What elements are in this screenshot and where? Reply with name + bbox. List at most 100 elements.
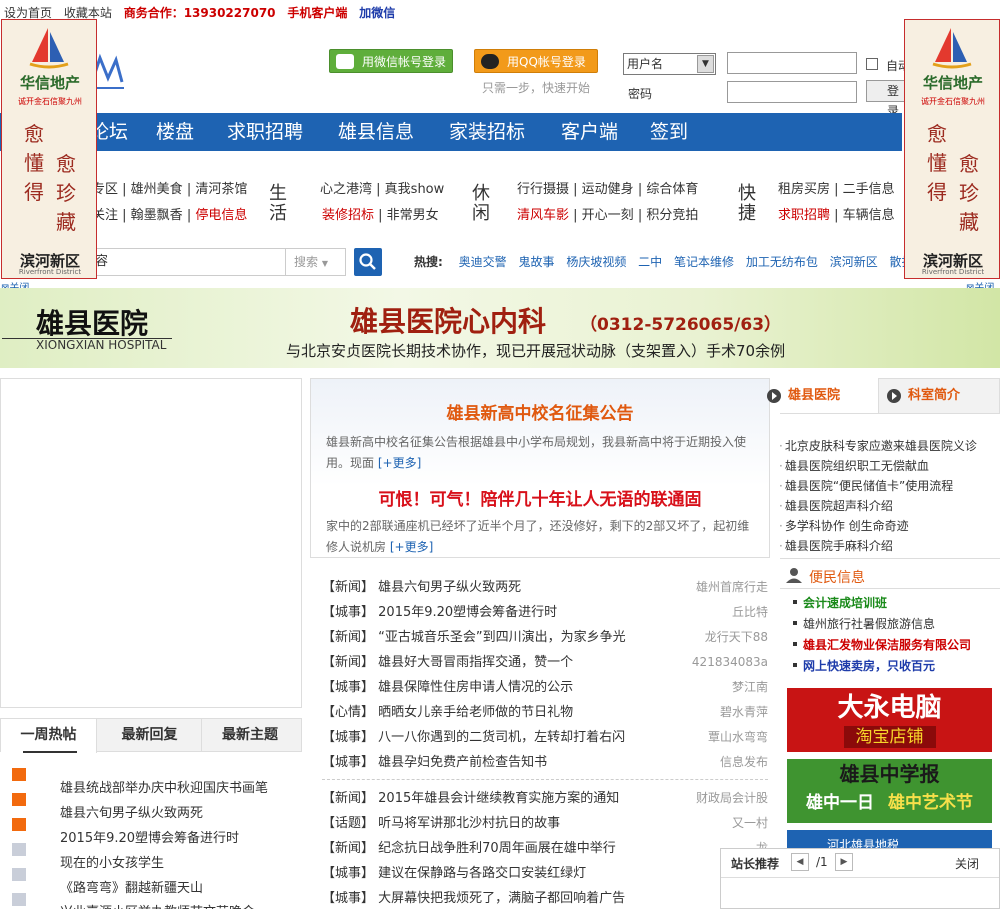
subnav-link[interactable]: 非常男女: [387, 208, 439, 223]
hot-keyword[interactable]: 奥迪交警: [459, 255, 507, 269]
nav-item[interactable]: 家装招标: [449, 113, 525, 151]
hospital-link[interactable]: 雄县医院“便民储值卡”使用流程: [779, 477, 953, 494]
business-contact[interactable]: 商务合作：13930227070: [124, 6, 276, 20]
headline-title[interactable]: 可恨！可气！陪伴几十年让人无语的联通固: [310, 485, 770, 510]
hot-keyword[interactable]: 二中: [638, 255, 662, 269]
nav-item[interactable]: 签到: [650, 113, 688, 151]
subnav-link[interactable]: 二手信息: [843, 182, 895, 197]
popup-close-button[interactable]: 关闭: [955, 855, 979, 872]
prev-arrow-icon[interactable]: ◀: [791, 853, 809, 871]
news-row[interactable]: 【新闻】 雄县好大哥冒雨指挥交通，赞一个 421834083a: [322, 650, 768, 675]
bookmark-link[interactable]: 收藏本站: [64, 6, 112, 20]
main-nav: 论坛 楼盘 求职招聘 雄县信息 家装招标 客户端 签到: [0, 113, 1000, 151]
tab-latest-reply[interactable]: 最新回复: [98, 719, 202, 751]
tab-hospital[interactable]: 雄县医院: [788, 378, 840, 414]
login-submit-button[interactable]: 登录: [866, 80, 906, 118]
search-type-select[interactable]: 搜索 ▼: [286, 248, 346, 276]
login-type-select[interactable]: 用户名 ▼: [623, 53, 716, 75]
subnav-link[interactable]: 积分竞拍: [646, 208, 698, 223]
news-row[interactable]: 【城事】 八一八你遇到的二货司机，左转却打着右闪 覃山水弯弯: [322, 725, 768, 750]
rank-icon: [12, 768, 26, 781]
nav-item[interactable]: 客户端: [561, 113, 618, 151]
bianmin-item[interactable]: 雄州旅行社暑假旅游信息: [803, 615, 935, 632]
news-row[interactable]: 【新闻】 雄县六旬男子纵火致两死 雄州首席行走: [322, 575, 768, 600]
hot-post-item[interactable]: 兴业嘉源小区举办教师节文艺晚会: [60, 901, 255, 909]
subnav-link[interactable]: 清河茶馆: [195, 182, 247, 197]
subnav-link[interactable]: 行行摄摄: [517, 182, 569, 197]
subnav-link[interactable]: 装修招标: [322, 208, 374, 223]
news-row[interactable]: 【心情】 晒晒女儿亲手给老师做的节日礼物 碧水青萍: [322, 700, 768, 725]
set-homepage-link[interactable]: 设为首页: [4, 6, 52, 20]
news-row[interactable]: 【城事】 雄县保障性住房申请人情况的公示 梦江南: [322, 675, 768, 700]
hot-keyword[interactable]: 鬼故事: [518, 255, 554, 269]
nav-item[interactable]: 雄县信息: [338, 113, 414, 151]
hot-post-item[interactable]: 《路弯弯》翻越新疆天山: [60, 877, 203, 896]
subnav-link[interactable]: 车辆信息: [843, 208, 895, 223]
hot-keyword[interactable]: 滨河新区: [830, 255, 878, 269]
subnav-col1: 专区 | 雄州美食 | 清河茶馆 关注 | 翰墨飘香 | 停电信息: [92, 182, 248, 223]
hospital-banner[interactable]: 雄县医院 XIONGXIAN HOSPITAL 雄县医院心内科 （0312-57…: [0, 288, 1000, 368]
hot-post-item[interactable]: 现在的小女孩学生: [60, 852, 164, 871]
subnav-link[interactable]: 翰墨飘香: [131, 208, 183, 223]
subnav-link[interactable]: 运动健身: [582, 182, 634, 197]
tab-department-intro[interactable]: 科室简介: [908, 378, 960, 414]
hospital-link[interactable]: 北京皮肤科专家应邀来雄县医院义诊: [779, 437, 977, 454]
bianmin-item[interactable]: 雄县汇发物业保洁服务有限公司: [803, 636, 971, 653]
bianmin-item[interactable]: 会计速成培训班: [803, 594, 887, 611]
hospital-link[interactable]: 多学科协作 创生命奇迹: [779, 517, 909, 534]
popup-title: 站长推荐: [731, 857, 780, 871]
auto-login-checkbox[interactable]: [866, 58, 878, 70]
subnav-link[interactable]: 开心一刻: [582, 208, 634, 223]
hot-keyword[interactable]: 笔记本维修: [674, 255, 734, 269]
mobile-client-link[interactable]: 手机客户端: [287, 6, 347, 20]
qq-login-button[interactable]: 用QQ帐号登录: [474, 49, 598, 73]
subnav-link[interactable]: 停电信息: [195, 208, 247, 223]
news-row[interactable]: 【新闻】 2015年雄县会计继续教育实施方案的通知 财政局会计股: [322, 786, 768, 811]
news-row[interactable]: 【城事】 2015年9.20塑博会筹备进行时 丘比特: [322, 600, 768, 625]
subnav-link[interactable]: 综合体育: [646, 182, 698, 197]
next-arrow-icon[interactable]: ▶: [835, 853, 853, 871]
nav-item[interactable]: 楼盘: [156, 113, 194, 151]
add-wechat-link[interactable]: 加微信: [359, 6, 395, 20]
nav-item[interactable]: 求职招聘: [227, 113, 303, 151]
sailboat-logo-icon: [29, 28, 69, 69]
dayong-computer-ad[interactable]: 大永电脑 淘宝店铺: [787, 688, 992, 752]
more-link[interactable]: [+更多]: [390, 540, 433, 554]
hospital-link[interactable]: 雄县医院手麻科介绍: [779, 537, 893, 554]
subnav-link[interactable]: 雄州美食: [131, 182, 183, 197]
username-input[interactable]: [727, 52, 857, 74]
headline-title[interactable]: 雄县新高中校名征集公告: [310, 399, 770, 424]
news-row[interactable]: 【新闻】 “亚古城音乐圣会”到四川演出，为家乡争光 龙行天下88: [322, 625, 768, 650]
rank-icon: [12, 818, 26, 831]
subnav-link[interactable]: 清风车影: [517, 208, 569, 223]
search-input[interactable]: 容: [90, 248, 286, 276]
news-row[interactable]: 【城事】 建议在保静路与各路交口安装红绿灯: [322, 861, 768, 886]
hospital-link[interactable]: 雄县医院组织职工无偿献血: [779, 457, 929, 474]
subnav-link[interactable]: 租房买房: [778, 182, 830, 197]
subnav-link[interactable]: 心之港湾: [320, 182, 372, 197]
hot-keyword[interactable]: 加工无纺布包: [746, 255, 818, 269]
more-link[interactable]: [+更多]: [378, 456, 421, 470]
right-floating-ad[interactable]: 华信地产 诚开金石信聚九州 愈珍藏 愈懂得 滨河新区 Riverfront Di…: [904, 19, 1000, 279]
subnav-link[interactable]: 求职招聘: [778, 208, 830, 223]
left-floating-ad[interactable]: 华信地产 诚开金石信聚九州 愈珍藏 愈懂得 滨河新区 Riverfront Di…: [1, 19, 97, 279]
wechat-login-button[interactable]: 用微信帐号登录: [329, 49, 453, 73]
search-button[interactable]: [354, 248, 382, 276]
news-row[interactable]: 【新闻】 纪念抗日战争胜利70周年画展在雄中举行龙: [322, 836, 768, 861]
password-input[interactable]: [727, 81, 857, 103]
tab-weekly-hot[interactable]: 一周热帖: [1, 719, 97, 753]
hot-keyword[interactable]: 杨庆坡视频: [566, 255, 626, 269]
hot-post-item[interactable]: 雄县六旬男子纵火致两死: [60, 802, 203, 821]
tab-latest-topic[interactable]: 最新主题: [202, 719, 298, 751]
subnav-link[interactable]: 真我show: [385, 182, 445, 197]
hot-post-item[interactable]: 2015年9.20塑博会筹备进行时: [60, 827, 239, 846]
news-row[interactable]: 【话题】 听马将军讲那北沙村抗日的故事 又一村: [322, 811, 768, 836]
xiongxian-school-news-ad[interactable]: 雄县中学报 雄中一日 雄中艺术节: [787, 759, 992, 823]
password-label: 密码: [628, 87, 653, 101]
rank-icon: [12, 868, 26, 881]
hospital-link[interactable]: 雄县医院超声科介绍: [779, 497, 893, 514]
hot-post-item[interactable]: 雄县统战部举办庆中秋迎国庆书画笔: [60, 777, 268, 796]
news-row[interactable]: 【城事】 大屏幕快把我烦死了，满脑子都回响着广告: [322, 886, 768, 909]
bianmin-item[interactable]: 网上快速卖房，只收百元: [803, 657, 935, 674]
news-row[interactable]: 【城事】 雄县孕妇免费产前检查告知书 信息发布: [322, 750, 768, 775]
